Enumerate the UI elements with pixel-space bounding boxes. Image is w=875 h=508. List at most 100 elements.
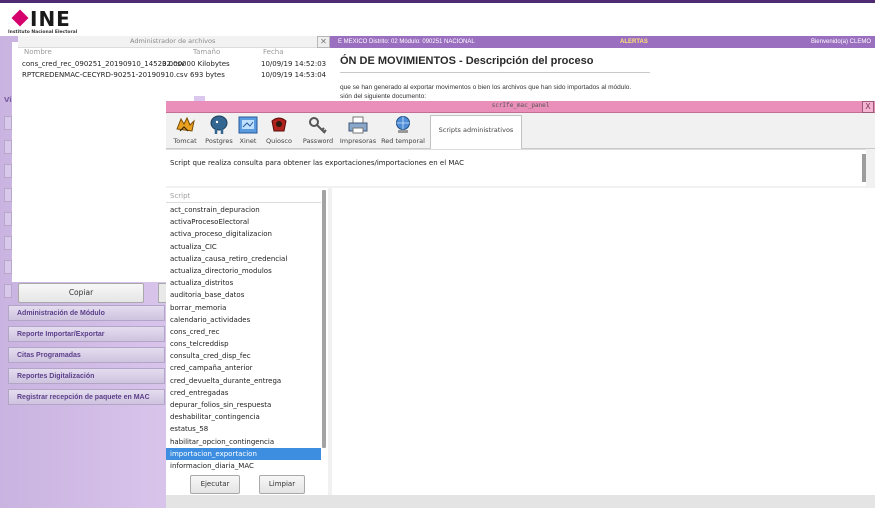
ine-logo: INE Instituto Nacional Electoral bbox=[8, 8, 118, 38]
script-list-item[interactable]: cons_telcreddisp bbox=[166, 338, 321, 350]
file-date: 10/09/19 14:52:03 bbox=[261, 60, 327, 68]
tab-password-label: Password bbox=[302, 137, 334, 145]
collapsed-tab[interactable] bbox=[4, 284, 12, 298]
page-description-line1: que se han generado al exportar moviment… bbox=[340, 84, 632, 91]
script-list-item[interactable]: informacion_diaria_MAC bbox=[166, 460, 321, 472]
logo-text: INE bbox=[30, 7, 71, 31]
copy-button[interactable]: Copiar bbox=[18, 283, 144, 303]
collapsed-tab[interactable] bbox=[4, 164, 12, 178]
district-text: E MEXICO Distrito: 02 Módulo: 090251 NAC… bbox=[338, 39, 475, 45]
file-manager-titlebar[interactable]: Administrador de archivos ✕ bbox=[18, 36, 330, 48]
tab-impresoras-label: Impresoras bbox=[339, 137, 377, 145]
script-list-scrollbar[interactable] bbox=[322, 190, 326, 448]
script-list-item[interactable]: consulta_cred_disp_fec bbox=[166, 350, 321, 362]
tab-red-temporal-label: Red temporal bbox=[381, 137, 425, 145]
key-icon bbox=[309, 117, 327, 134]
column-header-size[interactable]: Tamaño bbox=[193, 48, 220, 56]
script-list: act_constrain_depuracion activaProcesoEle… bbox=[166, 204, 321, 472]
tomcat-icon bbox=[176, 116, 195, 132]
tab-scripts-administrativos[interactable]: Scripts administrativos bbox=[430, 115, 522, 149]
script-list-item[interactable]: borrar_memoria bbox=[166, 302, 321, 314]
file-manager-title: Administrador de archivos bbox=[130, 37, 216, 45]
script-list-item[interactable]: depurar_folios_sin_respuesta bbox=[166, 399, 321, 411]
script-output-area bbox=[332, 188, 875, 496]
collapsed-tab[interactable] bbox=[4, 212, 12, 226]
script-list-item[interactable]: cons_cred_rec bbox=[166, 326, 321, 338]
collapsed-tab[interactable] bbox=[4, 260, 12, 274]
script-panel-statusbar bbox=[166, 495, 875, 508]
tab-password[interactable]: Password bbox=[298, 115, 338, 147]
collapsed-tab[interactable] bbox=[4, 116, 12, 130]
title-divider bbox=[340, 72, 650, 73]
xinet-icon bbox=[238, 116, 258, 134]
tab-quiosco[interactable]: Quiosco bbox=[260, 115, 298, 147]
file-name[interactable]: RPTCREDENMAC-CECYRD-90251-20190910.csv bbox=[22, 71, 188, 79]
logo-subtitle: Instituto Nacional Electoral bbox=[8, 30, 78, 35]
close-icon[interactable]: X bbox=[862, 101, 874, 113]
tab-red-temporal[interactable]: Red temporal bbox=[378, 115, 428, 147]
script-panel-title: scrIfe_mac_panel bbox=[491, 102, 550, 109]
column-header-date[interactable]: Fecha bbox=[263, 48, 284, 56]
menu-administracion-modulo[interactable]: Administración de Módulo bbox=[8, 305, 165, 321]
tab-postgres-label: Postgres bbox=[205, 137, 233, 145]
script-list-item[interactable]: importacion_exportacion bbox=[166, 447, 321, 460]
script-list-item[interactable]: act_constrain_depuracion bbox=[166, 204, 321, 216]
script-list-item[interactable]: activa_proceso_digitalizacion bbox=[166, 228, 321, 240]
script-list-item[interactable]: cred_devuelta_durante_entrega bbox=[166, 375, 321, 387]
file-date: 10/09/19 14:53:04 bbox=[261, 71, 327, 79]
collapsed-tab[interactable] bbox=[4, 236, 12, 250]
tab-tomcat[interactable]: Tomcat bbox=[168, 115, 202, 147]
file-size: 3.000000 Kilobytes bbox=[162, 60, 230, 68]
script-list-item[interactable]: cred_entregadas bbox=[166, 387, 321, 399]
top-status-bar: E MEXICO Distrito: 02 Módulo: 090251 NAC… bbox=[330, 36, 875, 48]
left-panel-stub-text: Vi bbox=[4, 96, 12, 104]
script-list-item[interactable]: actualiza_CIC bbox=[166, 241, 321, 253]
script-list-item[interactable]: actualiza_causa_retiro_credencial bbox=[166, 253, 321, 265]
description-scrollbar[interactable] bbox=[862, 154, 866, 182]
script-list-item[interactable]: habilitar_opcion_contingencia bbox=[166, 436, 321, 448]
page-title: ÓN DE MOVIMIENTOS - Descripción del proc… bbox=[340, 55, 594, 67]
list-header-divider bbox=[166, 202, 321, 203]
tab-xinet-label: Xinet bbox=[239, 137, 257, 145]
logo-diamond-icon bbox=[11, 9, 29, 27]
menu-registrar-recepcion-paquete[interactable]: Registrar recepción de paquete en MAC bbox=[8, 389, 165, 405]
menu-reportes-digitalizacion[interactable]: Reportes Digitalización bbox=[8, 368, 165, 384]
script-panel-body: Tomcat Postgres Xinet Quiosco Password I… bbox=[166, 113, 875, 508]
file-name[interactable]: cons_cred_rec_090251_20190910_145202.csv bbox=[22, 60, 185, 68]
script-panel-toolbar: Tomcat Postgres Xinet Quiosco Password I… bbox=[166, 113, 875, 149]
script-description-box: Script que realiza consulta para obtener… bbox=[166, 149, 866, 186]
kiosk-icon bbox=[271, 117, 287, 132]
run-button[interactable]: Ejecutar bbox=[190, 475, 240, 494]
tab-tomcat-label: Tomcat bbox=[173, 137, 197, 145]
column-header-name[interactable]: Nombre bbox=[24, 48, 52, 56]
script-list-item[interactable]: deshabilitar_contingencia bbox=[166, 411, 321, 423]
top-accent-line bbox=[0, 0, 875, 3]
printer-icon bbox=[348, 116, 368, 134]
menu-reporte-importar-exportar[interactable]: Reporte Importar/Exportar bbox=[8, 326, 165, 342]
script-list-header: Script bbox=[170, 192, 191, 200]
script-panel-titlebar[interactable]: scrIfe_mac_panel X bbox=[166, 101, 875, 113]
script-list-item[interactable]: estatus_58 bbox=[166, 423, 321, 435]
script-list-item[interactable]: calendario_actividades bbox=[166, 314, 321, 326]
script-list-item[interactable]: actualiza_directorio_modulos bbox=[166, 265, 321, 277]
collapsed-tab[interactable] bbox=[4, 188, 12, 202]
tab-impresoras[interactable]: Impresoras bbox=[338, 115, 378, 147]
alerts-link[interactable]: ALERTAS bbox=[620, 36, 648, 48]
script-list-item[interactable]: auditoria_base_datos bbox=[166, 289, 321, 301]
page-description-line2: sión del siguiente documento: bbox=[340, 93, 427, 100]
postgres-elephant-icon bbox=[210, 115, 228, 134]
file-size: 693 bytes bbox=[190, 71, 225, 79]
welcome-text: Bienvenido(a) CLEMO bbox=[810, 39, 871, 45]
tab-postgres[interactable]: Postgres bbox=[202, 115, 236, 147]
script-list-item[interactable]: activaProcesoElectoral bbox=[166, 216, 321, 228]
script-list-item[interactable]: actualiza_distritos bbox=[166, 277, 321, 289]
script-list-box: Script act_constrain_depuracion activaPro… bbox=[166, 188, 328, 496]
tab-xinet[interactable]: Xinet bbox=[236, 115, 260, 147]
network-globe-icon bbox=[396, 116, 410, 133]
clear-button[interactable]: Limpiar bbox=[259, 475, 305, 494]
script-list-item[interactable]: cred_campaña_anterior bbox=[166, 362, 321, 374]
collapsed-tab[interactable] bbox=[4, 140, 12, 154]
close-icon[interactable]: ✕ bbox=[317, 36, 330, 48]
tab-quiosco-label: Quiosco bbox=[266, 137, 292, 145]
menu-citas-programadas[interactable]: Citas Programadas bbox=[8, 347, 165, 363]
